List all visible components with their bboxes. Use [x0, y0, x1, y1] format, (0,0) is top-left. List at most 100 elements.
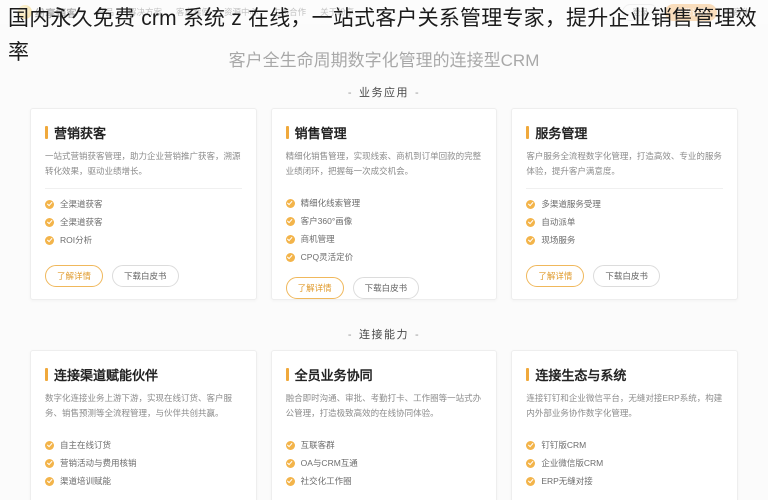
feature-label: 全渠道获客 [60, 199, 103, 209]
card-sales[interactable]: 销售管理 精细化销售管理，实现线索、商机到订单回款的完整业绩闭环，把握每一次成交… [270, 108, 498, 300]
divider [526, 188, 723, 189]
card-actions: 了解详情 下载白皮书 [285, 263, 483, 299]
card-title-marketing: 营销获客 [45, 123, 242, 142]
feature-list: 多渠道服务受理 自动派单 现场服务 [526, 198, 723, 246]
feature-label: 多渠道服务受理 [541, 199, 601, 209]
card-actions: 了解详情 下载白皮书 [526, 487, 723, 500]
list-item: CPQ灵活定价 [285, 251, 483, 263]
check-circle-icon [45, 235, 54, 245]
card-title-text: 连接渠道赋能伙伴 [54, 368, 159, 383]
title-accent-bar-icon [526, 368, 530, 381]
check-circle-icon [526, 440, 536, 450]
card-actions: 了解详情 下载白皮书 [286, 487, 483, 500]
list-item: 互联客群 [285, 439, 483, 451]
list-item: 客户360°画像 [285, 215, 483, 227]
download-whitepaper-button[interactable]: 下载白皮书 [112, 265, 179, 287]
check-circle-icon [45, 217, 54, 227]
check-circle-icon [526, 217, 536, 227]
card-marketing[interactable]: 营销获客 一站式营销获客管理，助力企业营销推广获客，溯源转化效果，驱动业绩增长。… [30, 108, 257, 300]
card-ecosystem[interactable]: 连接生态与系统 连接钉钉和企业微信平台，无缝对接ERP系统，构建内外部业务协作数… [511, 350, 738, 500]
title-accent-bar-icon [285, 126, 289, 139]
dash-left: - [347, 329, 353, 341]
check-circle-icon [45, 199, 54, 209]
check-circle-icon [285, 252, 295, 262]
feature-label: 互联客群 [300, 440, 335, 450]
card-title-collaboration: 全员业务协同 [285, 365, 483, 384]
divider [45, 188, 242, 189]
list-item: 钉钉版CRM [526, 439, 723, 451]
card-collaboration[interactable]: 全员业务协同 融合即时沟通、审批、考勤打卡、工作圈等一站式办公管理，打造极致高效… [270, 350, 498, 500]
card-title-text: 连接生态与系统 [535, 368, 627, 383]
list-item: OA与CRM互通 [285, 457, 483, 469]
card-description: 客户服务全流程数字化管理，打造高效、专业的服务体验，提升客户满意度。 [526, 151, 722, 176]
title-accent-bar-icon [45, 368, 48, 381]
list-item: 全渠道获客 [45, 216, 242, 228]
list-item: 渠道培训赋能 [45, 475, 242, 487]
check-circle-icon [45, 458, 54, 468]
section-title-business: 业务应用 [359, 87, 409, 99]
check-circle-icon [285, 234, 295, 244]
business-cards-row: 营销获客 一站式营销获客管理，助力企业营销推广获客，溯源转化效果，驱动业绩增长。… [0, 108, 768, 300]
list-item: ERP无缝对接 [526, 475, 723, 487]
page-title: 国内永久免费 crm 系统 z 在线，一站式客户关系管理专家，提升企业销售管理效… [8, 7, 757, 64]
section-title-connect: 连接能力 [359, 329, 409, 341]
dash-right: - [415, 329, 421, 341]
card-description: 精细化销售管理，实现线索、商机到订单回款的完整业绩闭环，把握每一次成交机会。 [285, 151, 482, 176]
list-item: 商机管理 [285, 233, 483, 245]
check-circle-icon [285, 440, 295, 450]
list-item: 全渠道获客 [45, 198, 242, 210]
check-circle-icon [526, 458, 536, 468]
check-circle-icon [526, 235, 536, 245]
card-description: 数字化连接业务上游下游，实现在线订货、客户服务、销售预测等全流程管理，与伙伴共创… [45, 393, 233, 418]
learn-more-button[interactable]: 了解详情 [526, 265, 585, 287]
check-circle-icon [285, 198, 295, 208]
list-item: 精细化线索管理 [285, 197, 483, 209]
card-title-text: 全员业务协同 [294, 368, 373, 383]
title-accent-bar-icon [285, 368, 289, 381]
list-item: 自动派单 [526, 216, 723, 228]
feature-label: 渠道培训赋能 [60, 476, 112, 486]
feature-list: 全渠道获客 全渠道获客 ROI分析 [45, 198, 242, 246]
card-title-text: 营销获客 [54, 126, 107, 141]
feature-list: 互联客群 OA与CRM互通 社交化工作圈 [285, 439, 483, 487]
card-title-ecosystem: 连接生态与系统 [526, 365, 723, 384]
card-description: 融合即时沟通、审批、考勤打卡、工作圈等一站式办公管理，打造极致高效的在线协同体验… [285, 393, 482, 418]
feature-label: 自主在线订货 [60, 440, 112, 450]
list-item: 企业微信版CRM [526, 457, 723, 469]
list-item: 营销活动与费用核销 [45, 457, 242, 469]
feature-label: 全渠道获客 [60, 217, 103, 227]
list-item: ROI分析 [45, 234, 242, 246]
feature-label: CPQ灵活定价 [300, 252, 354, 262]
card-actions: 了解详情 下载白皮书 [526, 251, 723, 287]
download-whitepaper-button[interactable]: 下载白皮书 [352, 277, 420, 299]
card-actions: 了解详情 下载白皮书 [45, 251, 242, 287]
card-channel[interactable]: 连接渠道赋能伙伴 数字化连接业务上游下游，实现在线订货、客户服务、销售预测等全流… [30, 350, 257, 500]
card-actions: 了解详情 下载白皮书 [45, 487, 242, 500]
card-title-service: 服务管理 [526, 123, 723, 142]
learn-more-button[interactable]: 了解详情 [285, 277, 344, 299]
card-title-sales: 销售管理 [285, 123, 483, 142]
check-circle-icon [526, 476, 536, 486]
feature-label: 营销活动与费用核销 [60, 458, 137, 468]
check-circle-icon [285, 216, 295, 226]
card-title-channel: 连接渠道赋能伙伴 [45, 365, 242, 384]
dash-left: - [347, 87, 353, 99]
feature-label: 商机管理 [300, 234, 335, 244]
check-circle-icon [45, 476, 54, 486]
check-circle-icon [285, 458, 295, 468]
feature-list: 钉钉版CRM 企业微信版CRM ERP无缝对接 [526, 439, 723, 487]
feature-label: OA与CRM互通 [300, 458, 358, 468]
connect-cards-row: 连接渠道赋能伙伴 数字化连接业务上游下游，实现在线订货、客户服务、销售预测等全流… [0, 350, 768, 500]
title-accent-bar-icon [45, 126, 48, 139]
feature-label: 钉钉版CRM [541, 440, 587, 450]
section-label-connect: - 连接能力 - [0, 326, 768, 342]
download-whitepaper-button[interactable]: 下载白皮书 [593, 265, 660, 287]
card-service[interactable]: 服务管理 客户服务全流程数字化管理，打造高效、专业的服务体验，提升客户满意度。 … [511, 108, 738, 300]
card-description: 连接钉钉和企业微信平台，无缝对接ERP系统，构建内外部业务协作数字化管理。 [526, 393, 723, 418]
list-item: 自主在线订货 [45, 439, 242, 451]
learn-more-button[interactable]: 了解详情 [45, 265, 104, 287]
feature-label: ROI分析 [60, 235, 93, 245]
feature-label: 自动派单 [541, 217, 576, 227]
feature-list: 自主在线订货 营销活动与费用核销 渠道培训赋能 [45, 439, 242, 487]
title-accent-bar-icon [526, 126, 530, 139]
